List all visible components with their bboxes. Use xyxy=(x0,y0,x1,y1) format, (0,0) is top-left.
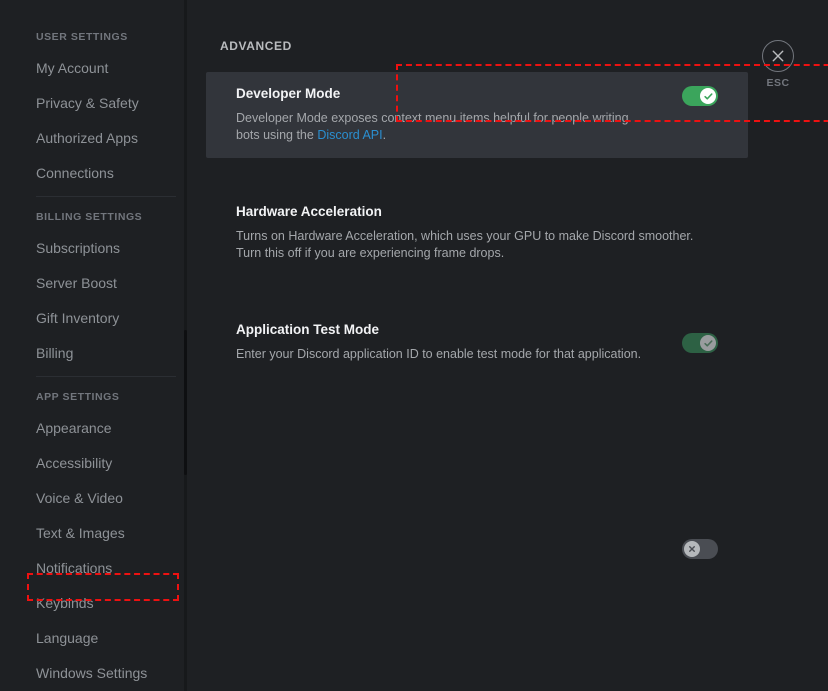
toggle-knob xyxy=(684,541,700,557)
sidebar-item-accessibility[interactable]: Accessibility xyxy=(0,449,190,477)
sidebar-divider xyxy=(36,376,176,377)
page-title: ADVANCED xyxy=(220,39,292,53)
setting-row-application-test-mode: Application Test Mode Enter your Discord… xyxy=(206,308,810,559)
setting-title-hardware-acceleration: Hardware Acceleration xyxy=(236,204,382,219)
sidebar-item-keybinds[interactable]: Keybinds xyxy=(0,589,190,617)
sidebar-scroll-content: USER SETTINGS My Account Privacy & Safet… xyxy=(0,30,190,691)
close-icon xyxy=(762,40,794,72)
setting-title-developer-mode: Developer Mode xyxy=(236,86,341,101)
cross-icon xyxy=(689,546,695,552)
sidebar-item-authorized-apps[interactable]: Authorized Apps xyxy=(0,124,190,152)
sidebar-item-text-and-images[interactable]: Text & Images xyxy=(0,519,190,547)
settings-main-content: ADVANCED Developer Mode Developer Mode e… xyxy=(190,0,828,691)
sidebar-section-header-billing-settings: BILLING SETTINGS xyxy=(36,211,143,223)
sidebar-item-notifications[interactable]: Notifications xyxy=(0,554,190,582)
sidebar-item-server-boost[interactable]: Server Boost xyxy=(0,269,190,297)
sidebar-item-voice-and-video[interactable]: Voice & Video xyxy=(0,484,190,512)
toggle-knob xyxy=(700,88,716,104)
discord-api-link[interactable]: Discord API xyxy=(317,128,382,142)
setting-title-application-test-mode: Application Test Mode xyxy=(236,322,380,337)
toggle-application-test-mode[interactable] xyxy=(682,539,718,559)
sidebar-item-appearance[interactable]: Appearance xyxy=(0,414,190,442)
sidebar-item-gift-inventory[interactable]: Gift Inventory xyxy=(0,304,190,332)
close-settings-button[interactable]: ESC xyxy=(756,40,800,89)
check-icon xyxy=(703,92,713,100)
setting-description-developer-mode: Developer Mode exposes context menu item… xyxy=(236,110,638,144)
sidebar-item-subscriptions[interactable]: Subscriptions xyxy=(0,234,190,262)
sidebar-item-billing[interactable]: Billing xyxy=(0,339,190,367)
setting-row-developer-mode: Developer Mode Developer Mode exposes co… xyxy=(206,72,748,158)
sidebar-item-language[interactable]: Language xyxy=(0,624,190,652)
setting-row-hardware-acceleration: Hardware Acceleration Turns on Hardware … xyxy=(206,190,810,353)
close-button-label: ESC xyxy=(766,77,790,89)
setting-description-suffix: . xyxy=(382,128,387,142)
setting-description-text: Developer Mode exposes context menu item… xyxy=(236,111,629,142)
discord-user-settings-window: USER SETTINGS My Account Privacy & Safet… xyxy=(0,0,828,691)
toggle-developer-mode[interactable] xyxy=(682,86,718,106)
sidebar-section-header-app-settings: APP SETTINGS xyxy=(36,391,120,403)
setting-description-hardware-acceleration: Turns on Hardware Acceleration, which us… xyxy=(236,229,694,260)
sidebar-section-header-user-settings: USER SETTINGS xyxy=(36,31,128,43)
sidebar-item-connections[interactable]: Connections xyxy=(0,159,190,187)
sidebar-item-my-account[interactable]: My Account xyxy=(0,54,190,82)
sidebar-item-windows-settings[interactable]: Windows Settings xyxy=(0,659,190,687)
sidebar-divider xyxy=(36,196,176,197)
sidebar-item-privacy-and-safety[interactable]: Privacy & Safety xyxy=(0,89,190,117)
setting-description-application-test-mode: Enter your Discord application ID to ena… xyxy=(236,347,642,361)
sidebar-scrollbar-thumb[interactable] xyxy=(184,330,187,475)
settings-sidebar: USER SETTINGS My Account Privacy & Safet… xyxy=(0,0,190,691)
